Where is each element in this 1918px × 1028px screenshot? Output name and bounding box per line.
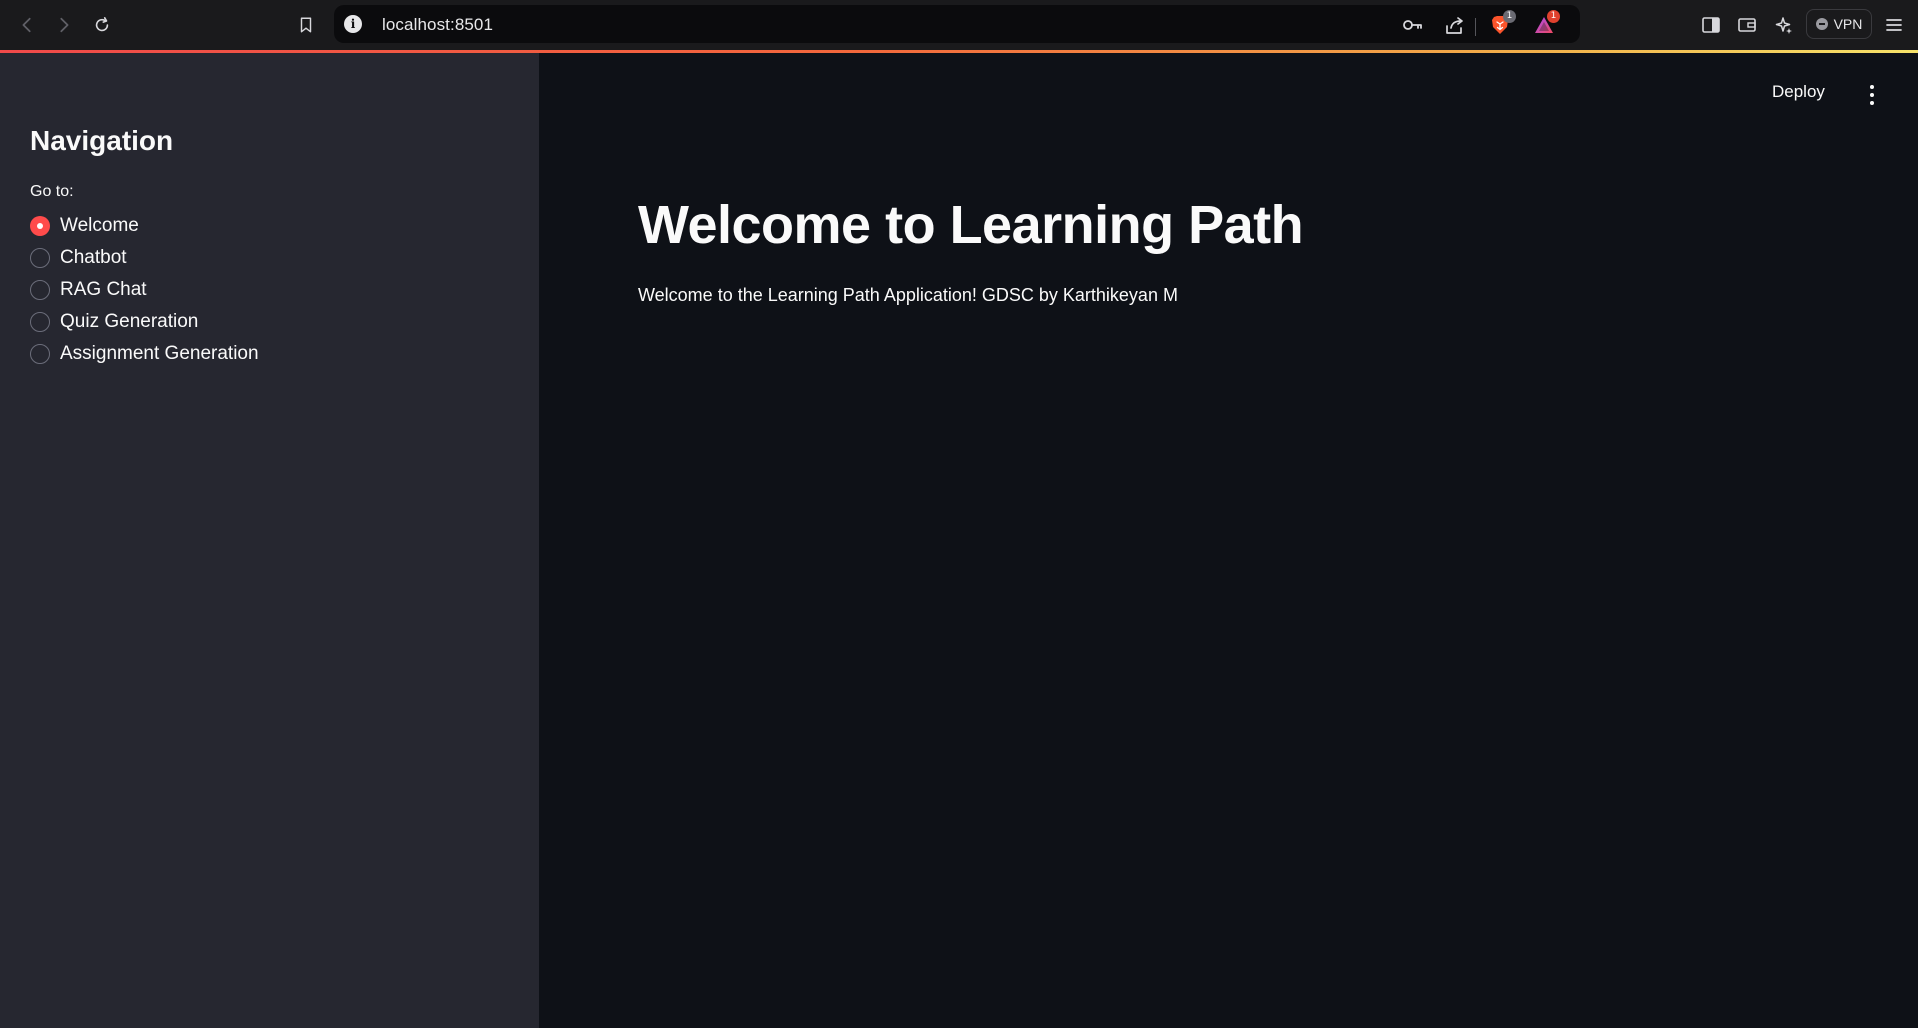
navigation-radio-group: Welcome Chatbot RAG Chat Quiz Generation… <box>30 210 259 370</box>
hamburger-menu-icon <box>1886 19 1902 31</box>
wallet-icon <box>1738 18 1756 32</box>
reload-icon <box>95 16 109 32</box>
radio-button[interactable] <box>30 312 50 332</box>
radio-option-quiz-generation[interactable]: Quiz Generation <box>30 306 259 338</box>
browser-toolbar: i localhost:8501 1 1 VPN <box>0 0 1918 50</box>
site-info-icon[interactable]: i <box>344 15 362 33</box>
deploy-button[interactable]: Deploy <box>1772 82 1825 102</box>
sparkle-icon <box>1775 17 1792 34</box>
wallet-button[interactable] <box>1734 12 1760 38</box>
rewards-badge: 1 <box>1547 10 1560 23</box>
radio-option-assignment-generation[interactable]: Assignment Generation <box>30 338 259 370</box>
sidebar-toggle-button[interactable] <box>1698 12 1724 38</box>
app-menu-button[interactable] <box>1862 82 1882 108</box>
sidebar-panel-icon <box>1702 17 1720 33</box>
radio-option-chatbot[interactable]: Chatbot <box>30 242 259 274</box>
kebab-dot-icon <box>1870 101 1874 105</box>
kebab-dot-icon <box>1870 85 1874 89</box>
sidebar-title: Navigation <box>30 125 174 156</box>
vpn-label: VPN <box>1833 16 1863 32</box>
back-button[interactable] <box>13 11 41 39</box>
bookmark-icon <box>300 17 312 33</box>
kebab-dot-icon <box>1870 93 1874 97</box>
radio-option-rag-chat[interactable]: RAG Chat <box>30 274 259 306</box>
sidebar <box>0 53 539 1028</box>
forward-arrow-icon <box>60 17 69 33</box>
bookmark-button[interactable] <box>292 11 320 39</box>
page-title: Welcome to Learning Path <box>638 195 1304 255</box>
brave-rewards-button[interactable]: 1 <box>1532 10 1560 37</box>
radio-button[interactable] <box>30 248 50 268</box>
radio-button-selected[interactable] <box>30 216 50 236</box>
address-bar[interactable]: i localhost:8501 1 1 <box>334 5 1580 43</box>
brave-shields-button[interactable]: 1 <box>1488 10 1516 37</box>
forward-button[interactable] <box>50 11 78 39</box>
share-icon <box>1446 17 1463 34</box>
radio-button[interactable] <box>30 280 50 300</box>
vpn-status-icon <box>1815 18 1828 30</box>
share-button[interactable] <box>1443 13 1467 37</box>
radio-option-welcome[interactable]: Welcome <box>30 210 259 242</box>
shields-badge: 1 <box>1503 10 1516 23</box>
back-arrow-icon <box>22 17 31 33</box>
url-text[interactable]: localhost:8501 <box>382 15 493 35</box>
password-key-button[interactable] <box>1400 13 1424 37</box>
urlbar-divider <box>1475 18 1476 36</box>
welcome-text: Welcome to the Learning Path Application… <box>638 285 1178 305</box>
leo-ai-button[interactable] <box>1771 12 1797 38</box>
vpn-button[interactable]: VPN <box>1806 9 1872 39</box>
reload-button[interactable] <box>88 11 116 39</box>
key-icon <box>1403 20 1422 30</box>
radio-group-label: Go to: <box>30 183 74 200</box>
radio-option-label: Chatbot <box>60 247 127 268</box>
radio-option-label: Assignment Generation <box>60 343 259 364</box>
radio-option-label: Quiz Generation <box>60 311 199 332</box>
radio-button[interactable] <box>30 344 50 364</box>
radio-option-label: RAG Chat <box>60 279 147 300</box>
browser-menu-button[interactable] <box>1881 12 1907 38</box>
radio-option-label: Welcome <box>60 215 139 236</box>
